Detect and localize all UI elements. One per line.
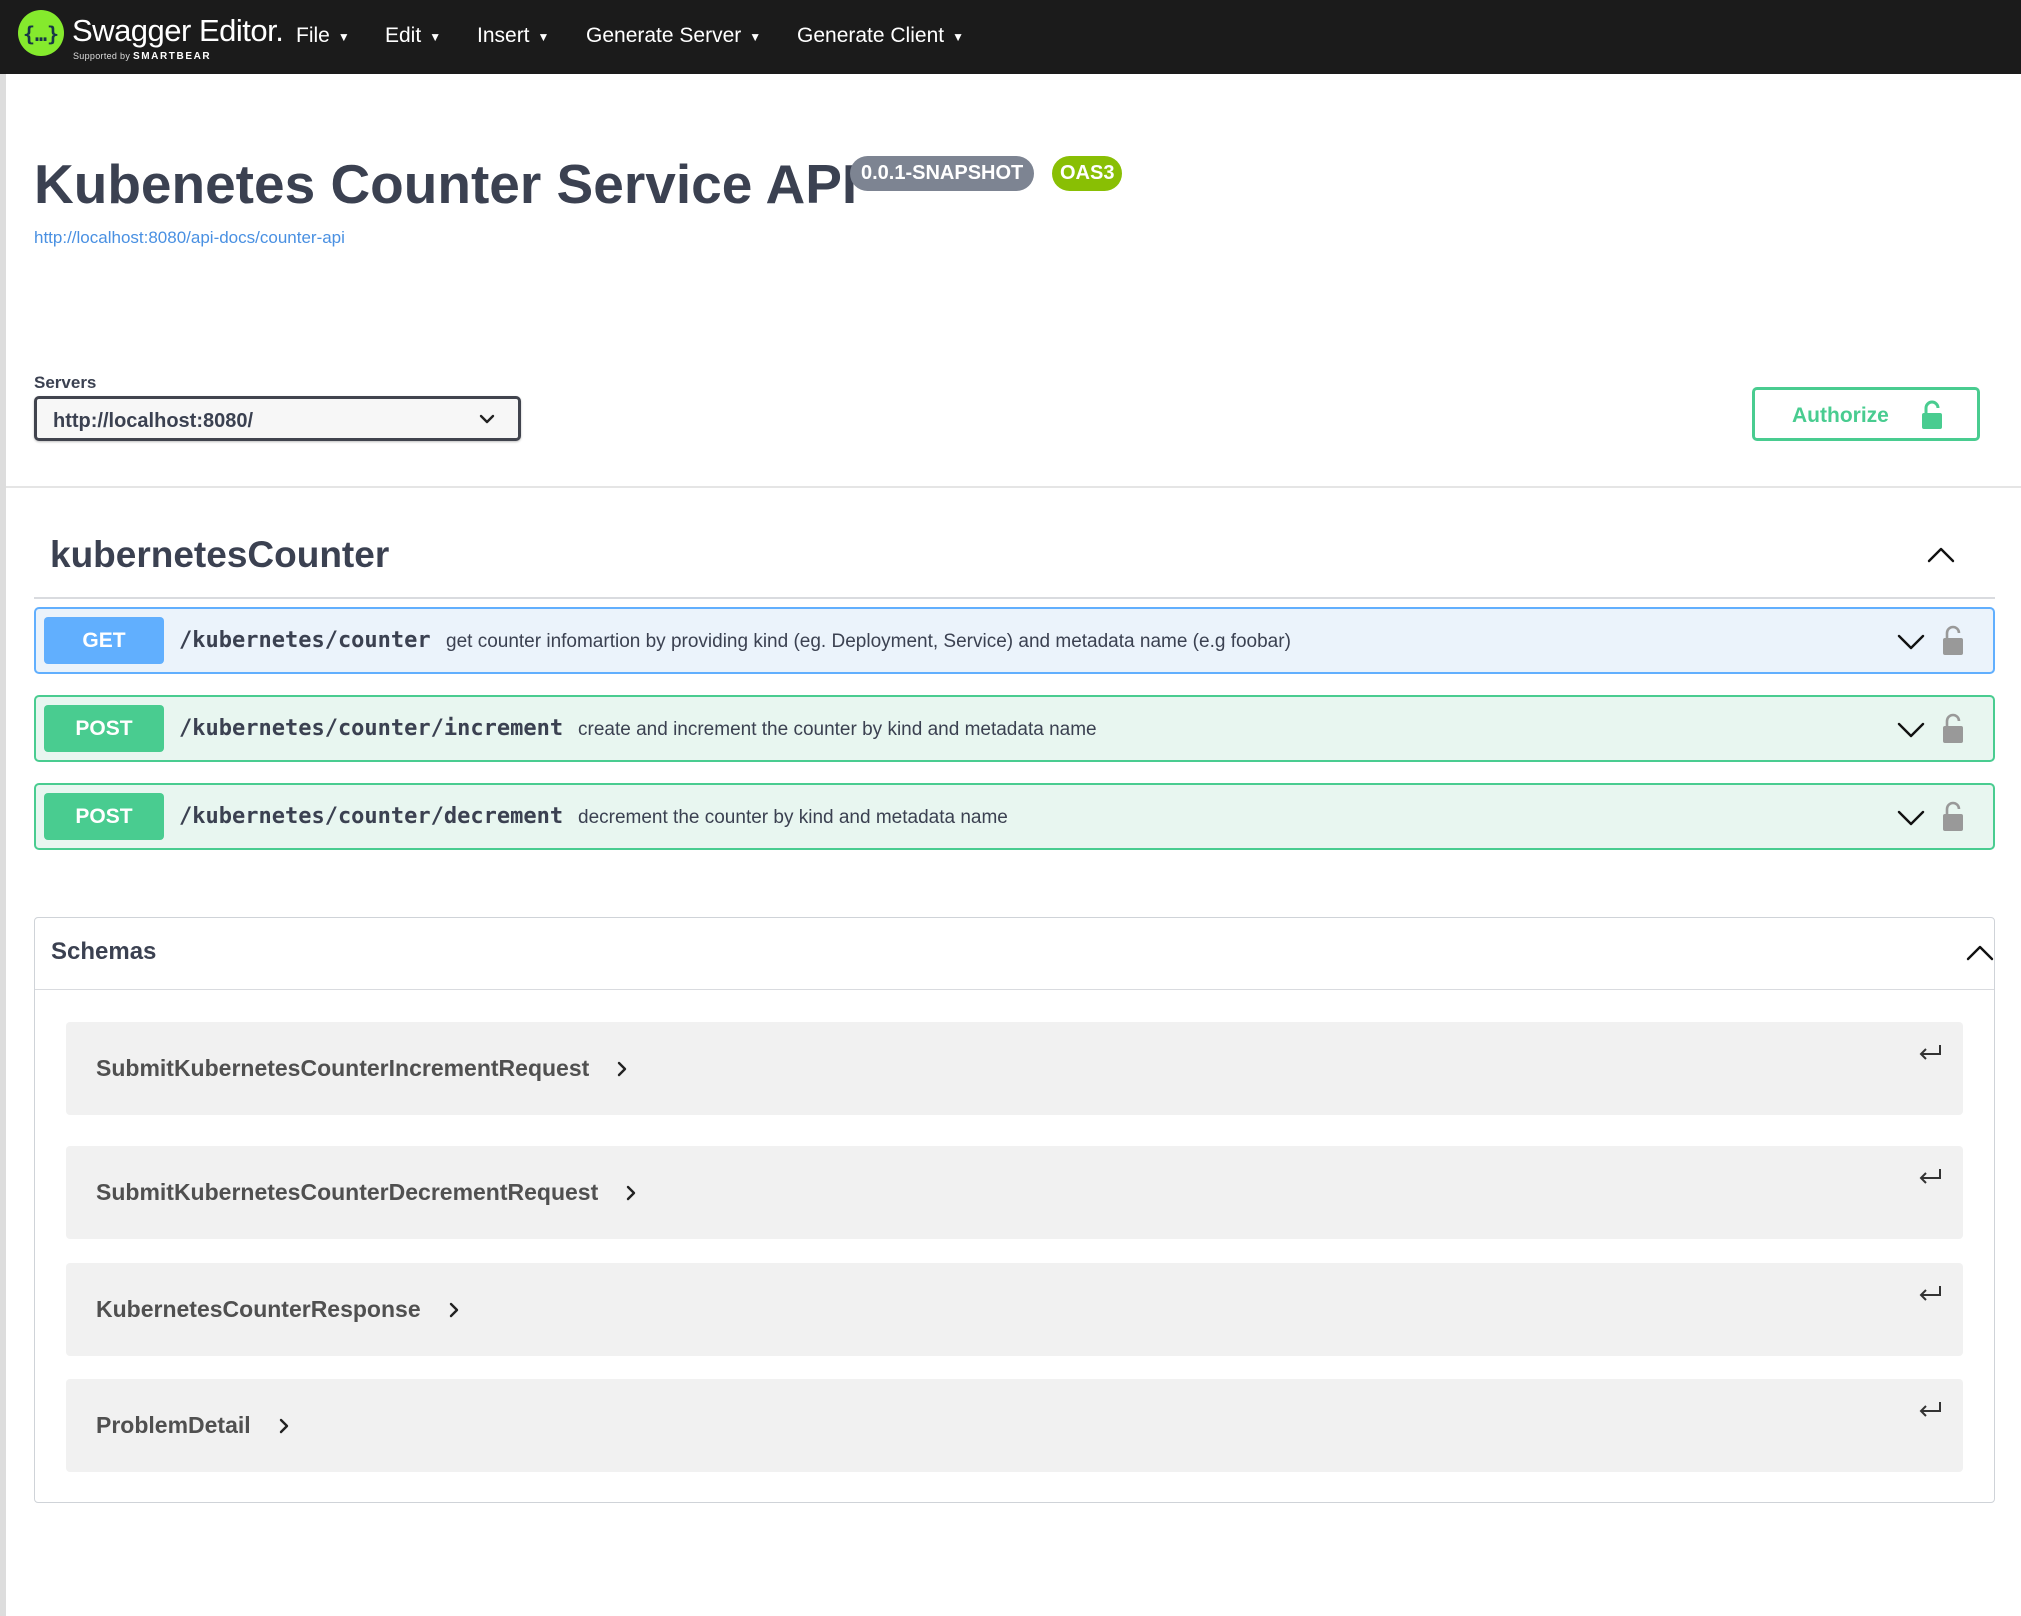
tag-divider: [34, 597, 1995, 599]
scheme-divider: [6, 486, 2021, 488]
model-name: SubmitKubernetesCounterIncrementRequest: [96, 1055, 590, 1081]
model-submit-decrement-request[interactable]: SubmitKubernetesCounterDecrementRequest: [66, 1146, 1963, 1239]
editor-pane-edge[interactable]: [0, 74, 6, 1616]
schemas-header[interactable]: Schemas: [35, 918, 1994, 990]
operation-summary: decrement the counter by kind and metada…: [578, 807, 1008, 828]
operation-path: /kubernetes/counter/decrement: [179, 804, 564, 829]
caret-down-icon: ▼: [952, 30, 964, 44]
menu-edit[interactable]: Edit ▼: [385, 24, 441, 48]
oas-badge: OAS3: [1052, 156, 1123, 191]
servers-select[interactable]: http://localhost:8080/: [34, 396, 521, 441]
method-badge: POST: [44, 793, 164, 840]
unlocked-padlock-icon: [1922, 400, 1942, 429]
brand-tagline-company: SMARTBEAR: [132, 51, 212, 62]
model-counter-response[interactable]: KubernetesCounterResponse: [66, 1263, 1963, 1356]
operation-path: /kubernetes/counter/increment: [179, 716, 564, 741]
model-name-row: SubmitKubernetesCounterDecrementRequest: [96, 1179, 638, 1206]
servers-selected-value: http://localhost:8080/: [53, 410, 254, 432]
operation-summary: get counter infomartion by providing kin…: [446, 631, 1291, 652]
model-problem-detail[interactable]: ProblemDetail: [66, 1379, 1963, 1472]
authorize-label: Authorize: [1792, 404, 1889, 427]
chevron-up-icon[interactable]: [1926, 540, 1956, 570]
svg-text:{…}: {…}: [23, 22, 59, 46]
schemas-title: Schemas: [51, 938, 157, 965]
operation-summary: create and increment the counter by kind…: [578, 719, 1097, 740]
swagger-logo-icon[interactable]: {…}: [18, 10, 64, 56]
servers-label: Servers: [34, 373, 97, 392]
api-title: Kubenetes Counter Service API: [34, 153, 858, 215]
lock-icon[interactable]: [1942, 623, 1964, 657]
method-badge: POST: [44, 705, 164, 752]
chevron-down-icon[interactable]: [1896, 806, 1926, 830]
caret-down-icon: ▼: [337, 30, 350, 44]
operation-get-counter[interactable]: GET /kubernetes/counter get counter info…: [34, 607, 1995, 674]
caret-down-icon: ▼: [749, 30, 762, 44]
lock-icon[interactable]: [1942, 711, 1964, 745]
method-badge: GET: [44, 617, 164, 664]
top-bar: {…} Swagger Editor. Supported by SMARTBE…: [0, 0, 2021, 74]
operation-post-increment[interactable]: POST /kubernetes/counter/increment creat…: [34, 695, 1995, 762]
menu-insert-label: Insert: [477, 24, 530, 47]
spec-url-link[interactable]: http://localhost:8080/api-docs/counter-a…: [34, 228, 345, 248]
brand-name: Swagger Editor.: [72, 13, 284, 48]
chevron-right-icon[interactable]: [447, 1301, 461, 1319]
menu-edit-label: Edit: [385, 24, 422, 47]
chevron-right-icon[interactable]: [277, 1417, 291, 1435]
model-name: ProblemDetail: [96, 1412, 251, 1438]
chevron-up-icon[interactable]: [1965, 940, 1995, 966]
model-name-row: ProblemDetail: [96, 1412, 291, 1439]
operation-path: /kubernetes/counter: [179, 628, 431, 653]
menu-generate-server-label: Generate Server: [586, 24, 742, 47]
return-arrow-icon[interactable]: [1917, 1399, 1943, 1421]
caret-down-icon: ▼: [537, 30, 550, 44]
menu-file[interactable]: File ▼: [296, 24, 350, 48]
operation-post-decrement[interactable]: POST /kubernetes/counter/decrement decre…: [34, 783, 1995, 850]
brand-tagline-prefix: Supported by: [73, 51, 131, 61]
return-arrow-icon[interactable]: [1917, 1283, 1943, 1305]
chevron-right-icon[interactable]: [624, 1184, 638, 1202]
return-arrow-icon[interactable]: [1917, 1042, 1943, 1064]
model-name-row: SubmitKubernetesCounterIncrementRequest: [96, 1055, 629, 1082]
version-badge: 0.0.1-SNAPSHOT: [850, 156, 1035, 191]
menu-generate-client[interactable]: Generate Client ▼: [797, 24, 964, 48]
lock-icon[interactable]: [1942, 799, 1964, 833]
model-name-row: KubernetesCounterResponse: [96, 1296, 461, 1323]
tag-name[interactable]: kubernetesCounter: [50, 534, 389, 576]
chevron-down-icon[interactable]: [1896, 630, 1926, 654]
menu-generate-client-label: Generate Client: [797, 24, 945, 47]
model-name: SubmitKubernetesCounterDecrementRequest: [96, 1179, 599, 1205]
model-name: KubernetesCounterResponse: [96, 1296, 421, 1322]
menu-insert[interactable]: Insert ▼: [477, 24, 549, 48]
chevron-down-icon[interactable]: [1896, 718, 1926, 742]
caret-down-icon: ▼: [429, 30, 442, 44]
menu-generate-server[interactable]: Generate Server ▼: [586, 24, 761, 48]
menu-file-label: File: [296, 24, 330, 47]
authorize-button[interactable]: Authorize: [1752, 387, 1980, 441]
return-arrow-icon[interactable]: [1917, 1166, 1943, 1188]
model-submit-increment-request[interactable]: SubmitKubernetesCounterIncrementRequest: [66, 1022, 1963, 1115]
schemas-section: Schemas SubmitKubernetesCounterIncrement…: [34, 917, 1995, 1503]
brand-tagline: Supported by SMARTBEAR: [73, 51, 211, 62]
chevron-right-icon[interactable]: [615, 1060, 629, 1078]
chevron-down-icon: [479, 414, 495, 424]
